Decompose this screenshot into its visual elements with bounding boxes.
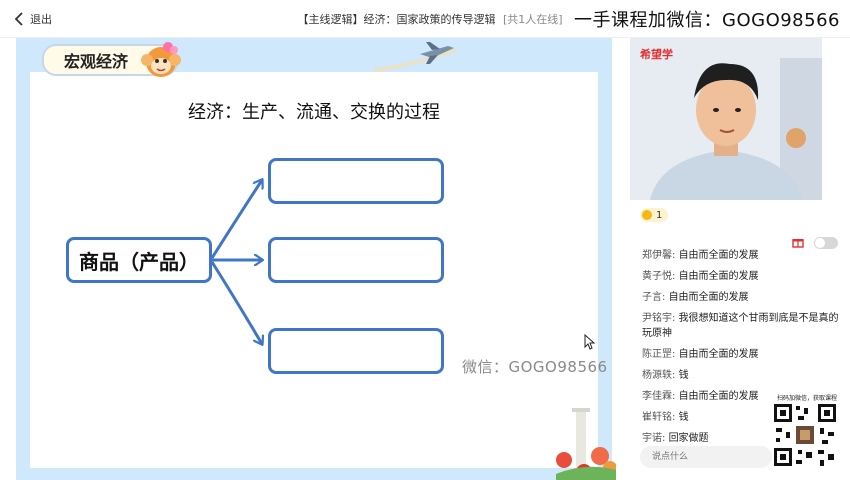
coin-count: 1 xyxy=(656,209,663,221)
chat-text: 自由而全面的发展 xyxy=(668,292,749,303)
coin-counter: 1 xyxy=(640,208,669,222)
chat-sender: 杨源轶: xyxy=(642,370,676,381)
watermark-slide: 微信：GOGO98566 xyxy=(462,358,608,376)
chat-input[interactable] xyxy=(640,446,772,468)
coin-icon xyxy=(642,210,652,220)
chat-text: 钱 xyxy=(678,370,689,381)
chat-message: 子言: 自由而全面的发展 xyxy=(640,288,846,309)
chat-text: 回家做题 xyxy=(668,433,709,442)
brand-logo: 希望学 xyxy=(640,48,673,61)
output-box-3 xyxy=(268,328,444,374)
chat-sender: 尹铭宇: xyxy=(642,313,676,324)
chat-text: 自由而全面的发展 xyxy=(678,349,759,360)
chat-message: 黄子悦: 自由而全面的发展 xyxy=(640,267,846,288)
chat-text: 自由而全面的发展 xyxy=(678,271,759,282)
output-box-2 xyxy=(268,237,444,283)
qr-caption: 扫码加微信，获取课程 xyxy=(776,395,837,402)
chat-text: 钱 xyxy=(678,412,689,423)
decorative-tower-flowers-icon xyxy=(556,408,616,480)
chat-sender: 黄子悦: xyxy=(642,271,676,282)
output-box-1 xyxy=(268,158,444,204)
center-box-product: 商品（产品） xyxy=(66,237,212,283)
chat-message: 杨源轶: 钱 xyxy=(640,366,846,387)
teacher-video[interactable]: 希望学 xyxy=(630,38,822,200)
chat-message: 尹铭宇: 我很想知道这个甘雨到底是不是真的玩原神 xyxy=(640,309,846,345)
qr-code-icon[interactable] xyxy=(772,402,838,468)
teacher-video-frame xyxy=(630,38,822,200)
chat-sender: 子言: xyxy=(642,292,666,303)
chat-text: 自由而全面的发展 xyxy=(678,391,759,402)
mouse-cursor-icon xyxy=(584,334,596,350)
chat-sender: 李佳霖: xyxy=(642,391,676,402)
chat-sender: 宇诺: xyxy=(642,433,666,442)
arrow-up xyxy=(210,180,262,259)
chat-text: 自由而全面的发展 xyxy=(678,250,759,261)
arrow-down xyxy=(210,261,262,344)
chat-sender: 郑伊馨: xyxy=(642,250,676,261)
chat-sender: 崔轩铭: xyxy=(642,412,676,423)
chat-sender: 陈正罡: xyxy=(642,349,676,360)
chat-message: 郑伊馨: 自由而全面的发展 xyxy=(640,246,846,267)
chat-message: 陈正罡: 自由而全面的发展 xyxy=(640,345,846,366)
